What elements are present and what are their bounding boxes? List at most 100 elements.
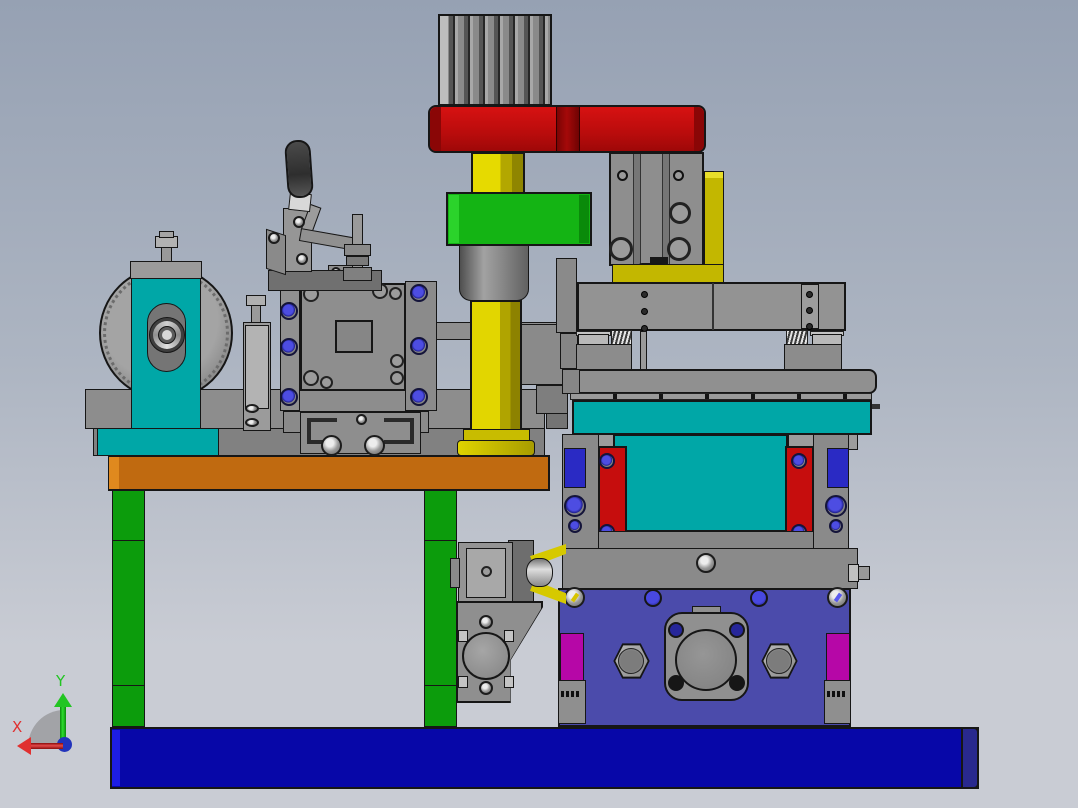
ribbed-adjustment-knob[interactable] (438, 14, 552, 106)
beam-left-column[interactable] (556, 258, 577, 333)
screw-slot (570, 592, 580, 603)
toggle-clamp-handle[interactable] (284, 139, 314, 199)
x-axis-line (30, 743, 63, 749)
socket-screw (280, 338, 298, 356)
bracket-screw (479, 681, 493, 695)
workpiece-teal-column[interactable] (613, 434, 788, 532)
lead-screw-upper[interactable] (471, 152, 525, 197)
body-port-hole (644, 589, 662, 607)
stand-screw (245, 418, 259, 427)
rail-notch-right (384, 418, 414, 444)
label-block-right[interactable] (824, 680, 851, 724)
cylinder-seam (633, 154, 641, 264)
clamp-pivot (268, 232, 280, 244)
angle-bracket-highlight (705, 172, 723, 178)
guide-bushing[interactable] (459, 245, 529, 301)
hex-nut-bore (618, 648, 644, 674)
column-screw-large (825, 495, 847, 517)
clamp-spindle-nut (344, 244, 371, 256)
workpiece-teal-top[interactable] (572, 400, 872, 435)
fixture-corner-hole (303, 370, 319, 386)
table-leg-right-foot[interactable] (424, 685, 457, 727)
table-leg-right-top[interactable] (424, 490, 457, 541)
flange-corner-hole (668, 622, 684, 638)
side-plate-magenta-right[interactable] (826, 633, 850, 681)
center-screw (696, 553, 716, 573)
part-label-marks (827, 691, 847, 697)
cross-head-seam (556, 107, 580, 151)
bracket-hole (481, 566, 492, 577)
station-mid-bar (598, 531, 814, 549)
spring-support-block[interactable] (576, 344, 632, 370)
bracket-side-tab (450, 558, 460, 588)
rail-screw-small (356, 414, 367, 425)
flange-corner-hole (729, 622, 745, 638)
flange-bore (675, 629, 737, 691)
lead-screw-lower[interactable] (470, 300, 522, 432)
label-block-left[interactable] (558, 680, 586, 724)
cross-head-right-cap (694, 107, 704, 151)
stand-screw (245, 404, 259, 413)
base-plate[interactable] (110, 727, 979, 789)
column-screw-small (568, 519, 582, 533)
clamp-spindle-washer (346, 256, 369, 266)
socket-screw (280, 388, 298, 406)
machine-table-top[interactable] (108, 455, 550, 491)
rail-screw (321, 435, 342, 456)
fixture-pocket (335, 320, 373, 353)
beam-hole (641, 291, 648, 298)
float-plate[interactable] (562, 369, 877, 394)
spring-support-block[interactable] (784, 344, 842, 370)
fitting-nipple (858, 566, 870, 580)
body-port-hole (750, 589, 768, 607)
screw-flange[interactable] (457, 440, 535, 456)
corner-block-blue[interactable] (827, 448, 849, 488)
coordinate-triad: Y X (0, 660, 120, 780)
cylinder-hole (673, 170, 684, 181)
green-block-left-edge (449, 195, 459, 243)
x-axis-arrowhead (17, 737, 31, 755)
body-hex-screw (564, 587, 585, 608)
socket-screw (410, 284, 428, 302)
shim-strip (570, 393, 872, 400)
y-axis-label: Y (56, 672, 66, 690)
cylinder-hole (617, 170, 628, 181)
socket-screw (280, 302, 298, 320)
spring-coil (611, 330, 632, 345)
socket-screw (410, 388, 428, 406)
bracket-notch (504, 676, 514, 688)
y-axis-arrowhead (54, 693, 72, 707)
pedestal-cap[interactable] (130, 261, 202, 279)
cam-roller[interactable] (526, 558, 553, 587)
cap-bolt-nub (159, 231, 174, 238)
cap-bolt-shank (161, 247, 172, 262)
bearing-center (162, 330, 172, 340)
socket-screw (410, 337, 428, 355)
clamp-pivot (293, 216, 305, 228)
cad-viewport[interactable]: Y X (0, 0, 1078, 808)
bracket-notch (504, 630, 514, 642)
angle-bracket-horizontal[interactable] (612, 264, 724, 284)
support-stand-panel (245, 325, 269, 409)
table-leg-left-top[interactable] (112, 490, 145, 541)
body-hex-screw (827, 587, 848, 608)
fixture-corner-hole (390, 371, 404, 385)
wheel-pedestal-foot[interactable] (97, 428, 219, 456)
rail-screw (364, 435, 385, 456)
bracket-notch (458, 676, 468, 688)
side-plate-magenta-left[interactable] (560, 633, 584, 681)
base-plate-right-cap (961, 727, 979, 789)
x-axis-label: X (12, 718, 23, 736)
bracket-screw (479, 615, 493, 629)
float-plate-left-block (562, 369, 580, 394)
corner-block-blue[interactable] (564, 448, 586, 488)
table-edge-highlight (109, 457, 119, 489)
fixture-corner-hole (389, 287, 402, 300)
column-screw-large (564, 495, 586, 517)
clamp-block-green[interactable] (446, 192, 592, 246)
screw-slot (833, 592, 843, 603)
beam-hole (806, 307, 813, 314)
bracket-boss (462, 632, 510, 680)
fixture-corner-hole (320, 376, 333, 389)
clamp-spindle-pad (343, 267, 372, 281)
